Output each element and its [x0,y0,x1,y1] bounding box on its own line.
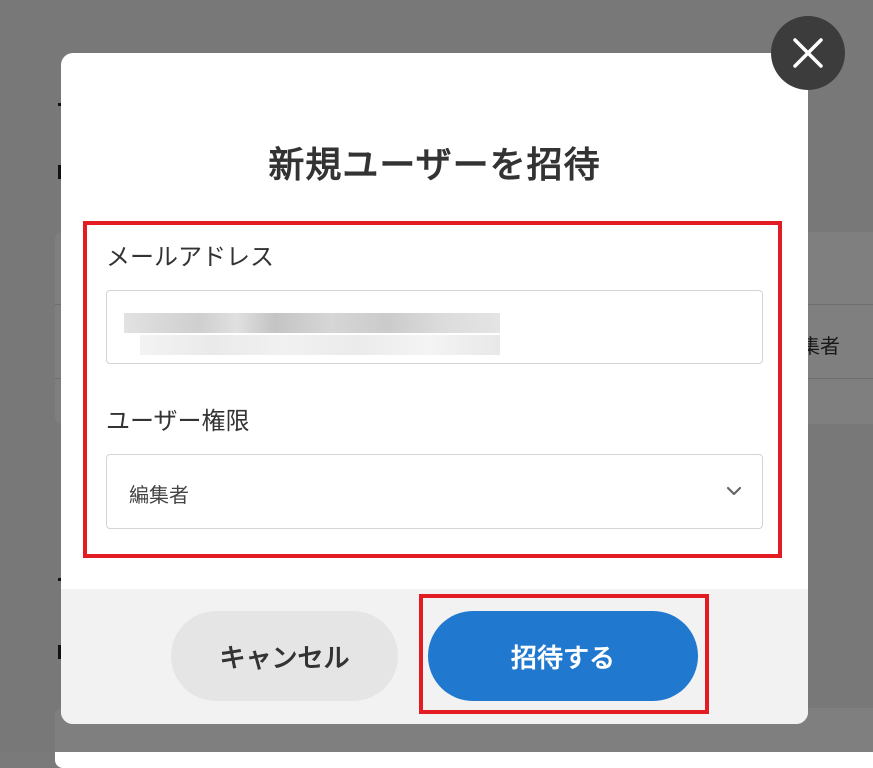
close-button[interactable] [771,16,845,90]
role-label: ユーザー権限 [106,407,250,435]
invite-button[interactable]: 招待する [428,611,698,701]
email-label: メールアドレス [106,243,274,271]
email-input[interactable] [106,290,763,364]
cancel-button[interactable]: キャンセル [171,611,398,701]
close-icon [793,38,823,68]
modal-title: 新規ユーザーを招待 [268,145,601,186]
role-select-value: 編集者 [129,483,189,507]
invite-user-modal: 新規ユーザーを招待 メールアドレス ユーザー権限 編集者 キャンセル 招待する [61,53,808,724]
chevron-down-icon [726,486,742,496]
role-select[interactable]: 編集者 [106,454,763,529]
